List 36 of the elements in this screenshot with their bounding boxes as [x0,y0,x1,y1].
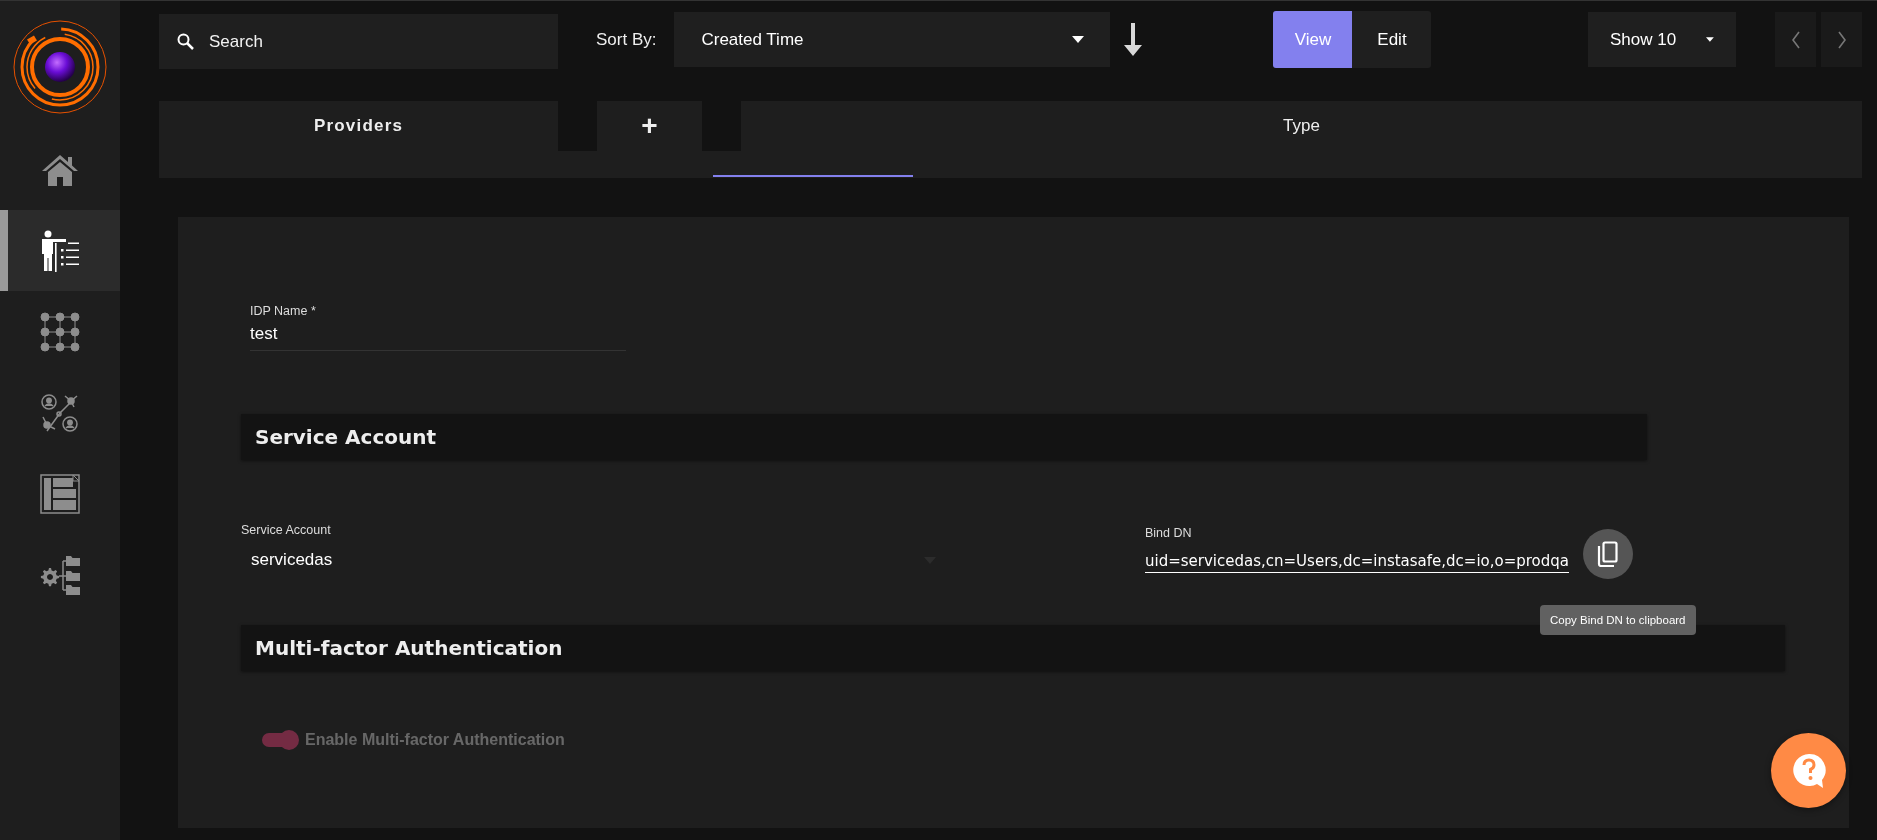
field-label: Service Account [241,523,331,537]
grid-icon [40,311,80,352]
section-header: Multi-factor Authentication [241,625,1785,671]
layout-icon [40,473,80,514]
tooltip: Copy Bind DN to clipboard [1540,605,1696,635]
field-label: IDP Name * [250,304,316,318]
section-header: Service Account [241,414,1647,460]
mode-button[interactable]: Edit [1352,11,1432,68]
service-account-dropdown[interactable]: servicedas [241,547,941,573]
providers-tab[interactable]: Providers [159,101,558,151]
page-size-dropdown[interactable]: Show 10 [1588,12,1736,67]
person-list-icon [39,229,81,272]
sidebar-item[interactable] [0,210,120,291]
sort-label: Sort By: [596,29,657,50]
search-field[interactable]: Search [159,14,558,69]
column-header[interactable]: Type [741,101,1862,151]
bind-dn-field[interactable]: uid=servicedas,cn=Users,dc=instasafe,dc=io,o=prodqa [1145,552,1570,573]
chevron-left-icon [1789,30,1802,49]
copy-icon [1597,541,1620,567]
caret-icon [1706,36,1714,43]
help-bubble-icon [1791,752,1826,789]
home-icon [40,152,80,187]
sort-direction-icon[interactable] [1123,22,1144,57]
network-icon [39,392,81,433]
field-label: Bind DN [1145,526,1192,540]
caret-icon [1072,36,1085,43]
gear-folders-icon [39,554,81,595]
idp-name-field[interactable]: IDP Name * test [250,304,626,351]
field-value: test [250,324,278,344]
logo-icon [13,20,107,114]
copy-button[interactable] [1583,529,1634,579]
chevron-right-icon [1835,30,1848,49]
toggle-label: Enable Multi-factor Authentication [305,731,565,749]
search-icon [177,33,194,50]
add-tab-button[interactable]: + [597,101,702,151]
sort-dropdown[interactable]: Created Time [674,12,1111,67]
